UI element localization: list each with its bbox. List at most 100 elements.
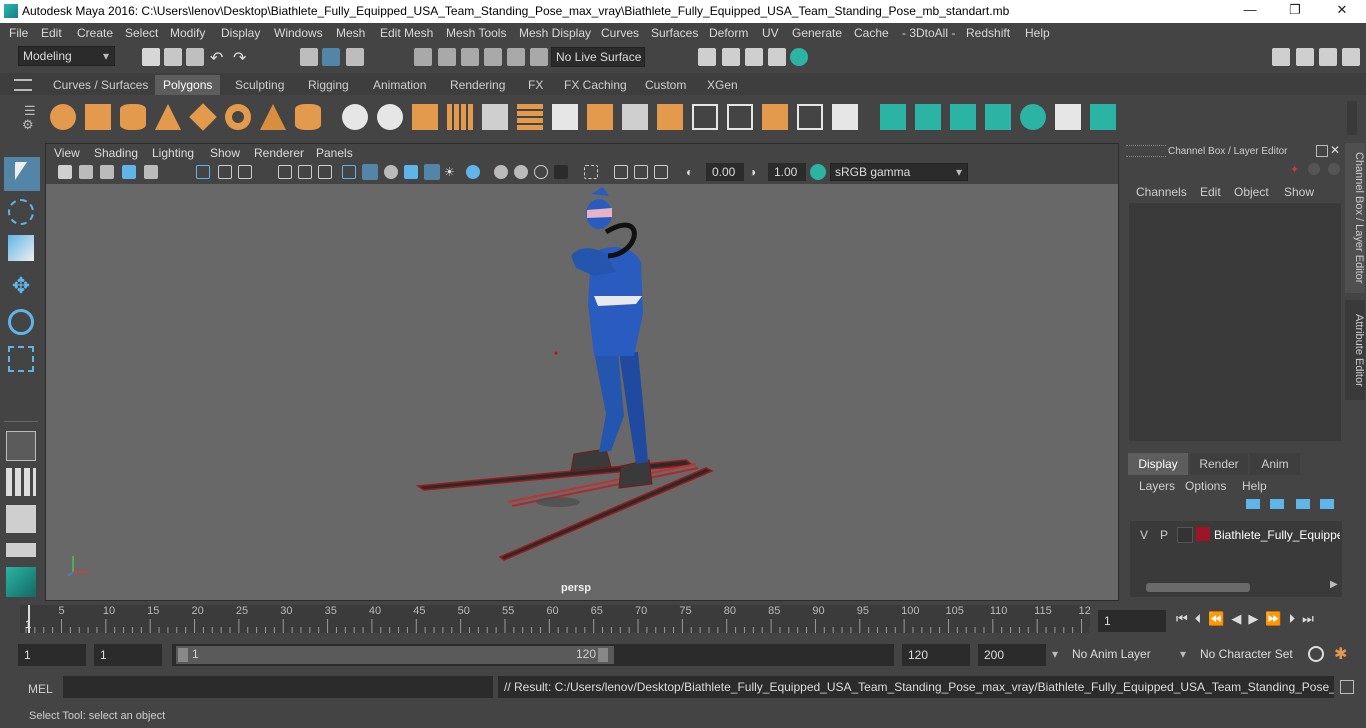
layer-visibility-toggle[interactable]: V [1140, 528, 1148, 542]
restore-button[interactable]: ❐ [1281, 2, 1309, 20]
xray-joints-icon[interactable] [634, 165, 648, 179]
poly-torus-icon[interactable] [225, 104, 251, 130]
lasso-tool-icon[interactable] [8, 199, 34, 225]
tab-fx[interactable]: FX [520, 75, 551, 95]
animation-start-field[interactable]: 1 [18, 644, 86, 666]
toggle-channel-box-icon[interactable] [1342, 48, 1360, 66]
poly-plane-icon[interactable] [189, 103, 217, 131]
hypershade-icon[interactable] [790, 48, 808, 66]
safe-title-icon[interactable] [318, 165, 332, 179]
character-set-dropdown[interactable]: No Character Set [1196, 644, 1300, 666]
scene-view[interactable] [46, 184, 1118, 600]
animation-end-field[interactable]: 200 [978, 644, 1046, 666]
render-view-icon[interactable] [698, 48, 716, 66]
move-layer-down-icon[interactable] [1270, 499, 1284, 509]
render-frame-icon[interactable] [722, 48, 740, 66]
menu-file[interactable]: File [9, 26, 28, 40]
move-layer-up-icon[interactable] [1246, 499, 1260, 509]
select-tool-button[interactable] [4, 157, 40, 191]
chevron-down-icon[interactable]: ▾ [1052, 647, 1058, 661]
film-gate-icon[interactable] [218, 165, 232, 179]
script-editor-icon[interactable] [1340, 680, 1354, 694]
menu-select[interactable]: Select [125, 26, 158, 40]
poly-reduce-icon[interactable] [482, 104, 508, 130]
animation-prefs-icon[interactable]: ✱ [1334, 644, 1347, 664]
isolate-select-icon[interactable] [584, 165, 598, 179]
poly-combine-icon[interactable] [342, 104, 368, 130]
field-chart-icon[interactable] [278, 165, 292, 179]
tab-polygons[interactable]: Polygons [155, 75, 221, 95]
menu-set-dropdown[interactable]: Modeling ▾ [18, 46, 115, 66]
shadows-icon[interactable] [466, 165, 480, 179]
new-layer-selected-icon[interactable] [1320, 499, 1334, 509]
biathlete-model[interactable] [415, 187, 714, 561]
poly-merge-icon[interactable] [762, 104, 788, 130]
channels-edit-menu[interactable]: Edit [1200, 185, 1221, 199]
four-view-layout-icon[interactable] [6, 468, 36, 496]
menu-mesh[interactable]: Mesh [336, 26, 365, 40]
manipulator-icon[interactable]: ✦ [1290, 163, 1299, 176]
menu-generate[interactable]: Generate [792, 26, 842, 40]
toggle-attribute-editor-icon[interactable] [1296, 48, 1314, 66]
layers-help-menu[interactable]: Help [1242, 479, 1267, 493]
go-to-end-icon[interactable]: ⏭ [1302, 611, 1321, 626]
grease-pencil-icon[interactable] [144, 165, 158, 179]
tab-animation[interactable]: Animation [365, 75, 434, 95]
channel-hyper-icon[interactable] [1328, 163, 1340, 175]
snap-curve-icon[interactable] [438, 48, 456, 66]
shelf-gear-icon[interactable]: ⚙ [22, 117, 34, 133]
menu-edit-mesh[interactable]: Edit Mesh [380, 26, 433, 40]
channels-show-menu[interactable]: Show [1284, 185, 1314, 199]
play-forward-icon[interactable]: ▶ [1248, 611, 1265, 626]
command-input[interactable] [63, 676, 493, 698]
range-start-handle[interactable] [178, 648, 188, 662]
tab-curves-surfaces[interactable]: Curves / Surfaces [45, 75, 156, 95]
menu-create[interactable]: Create [77, 26, 113, 40]
poly-pipe-icon[interactable] [295, 104, 321, 130]
default-material-icon[interactable] [404, 165, 418, 179]
layers-menu[interactable]: Layers [1139, 479, 1175, 493]
attribute-editor-side-tab[interactable]: Attribute Editor [1345, 300, 1365, 400]
new-scene-icon[interactable] [142, 48, 160, 66]
layer-color-swatch[interactable] [1196, 527, 1210, 541]
channels-object-menu[interactable]: Object [1234, 185, 1269, 199]
bookmark-icon[interactable] [100, 165, 114, 179]
viewport-panel[interactable]: View Shading Lighting Show Renderer Pane… [45, 143, 1119, 601]
vp-menu-lighting[interactable]: Lighting [152, 146, 194, 160]
offset-edge-loop-icon[interactable] [727, 104, 753, 130]
persp-outliner-layout-icon[interactable] [6, 505, 36, 533]
render-settings-icon[interactable] [768, 48, 786, 66]
single-perspective-layout-icon[interactable] [6, 431, 36, 461]
textured-icon[interactable] [424, 164, 440, 180]
poly-smooth-icon[interactable] [447, 104, 473, 130]
snap-vertex-icon[interactable] [530, 48, 548, 66]
step-back-frame-icon[interactable]: ⏪ [1208, 611, 1231, 626]
close-panel-icon[interactable]: ✕ [1330, 143, 1340, 157]
snap-point-icon[interactable] [461, 48, 479, 66]
range-slider-bar[interactable] [176, 646, 614, 664]
scale-tool-icon[interactable] [8, 346, 34, 372]
vp-menu-panels[interactable]: Panels [316, 146, 353, 160]
time-slider[interactable]: 1 51015202530354045505560657075808590951… [20, 605, 1091, 633]
view-transform-dropdown[interactable]: sRGB gamma ▾ [830, 163, 968, 181]
exposure-icon[interactable]: ◐ [686, 165, 700, 179]
playback-end-field[interactable]: 120 [902, 644, 970, 666]
ipr-render-icon[interactable] [745, 48, 763, 66]
menu-redshift[interactable]: Redshift [966, 26, 1010, 40]
undo-icon[interactable]: ↶ [210, 48, 228, 67]
cylindrical-map-icon[interactable] [915, 104, 941, 130]
channel-list[interactable] [1129, 203, 1341, 441]
float-panel-icon[interactable] [1316, 145, 1328, 157]
auto-key-icon[interactable] [1308, 646, 1324, 662]
anti-aliasing-icon[interactable] [534, 165, 548, 179]
image-plane-icon[interactable] [122, 165, 136, 179]
wireframe-icon[interactable] [342, 165, 356, 179]
poly-fill-hole-icon[interactable] [832, 104, 858, 130]
layer-list-scrollbar[interactable] [1146, 583, 1250, 592]
mel-label[interactable]: MEL [28, 682, 53, 696]
poly-mirror-icon[interactable] [412, 104, 438, 130]
xray-components-icon[interactable] [654, 165, 668, 179]
menu-mesh-tools[interactable]: Mesh Tools [446, 26, 506, 40]
anim-layer-dropdown[interactable]: No Anim Layer [1068, 644, 1168, 666]
graph-layout-icon[interactable] [6, 543, 36, 557]
